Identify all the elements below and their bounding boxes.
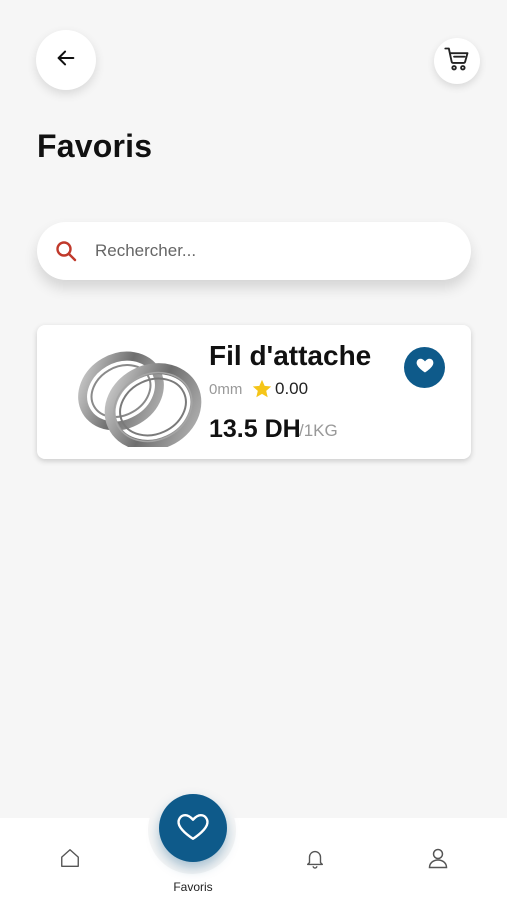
nav-favorites[interactable] [159,794,227,862]
search-input[interactable] [95,222,455,280]
status-bar [0,0,507,28]
arrow-left-icon [55,47,77,74]
product-size: 0mm [209,381,243,398]
bell-icon [304,847,326,874]
remove-favorite-button[interactable] [404,347,445,388]
heart-outline-icon [175,808,211,849]
product-unit: /1KG [299,421,338,440]
star-icon [251,378,273,400]
heart-icon [415,355,435,380]
search-bar[interactable] [37,222,471,280]
nav-home[interactable] [50,840,90,880]
product-rating: 0.00 [275,379,309,398]
search-icon [54,239,78,263]
nav-profile[interactable] [418,840,458,880]
cart-icon [443,45,471,78]
back-button[interactable] [36,30,96,90]
product-image [63,335,213,451]
page-title: Favoris [37,128,153,164]
user-icon [426,846,450,875]
nav-favorites-label: Favoris [173,880,213,894]
home-icon [59,847,81,874]
favorite-product-card[interactable]: Fil d'attache 0mm 0.00 13.5 DH /1KG [37,325,471,459]
product-name: Fil d'attache [209,340,372,371]
nav-notifications[interactable] [295,840,335,880]
cart-button[interactable] [434,38,480,84]
product-price: 13.5 DH [209,415,301,443]
